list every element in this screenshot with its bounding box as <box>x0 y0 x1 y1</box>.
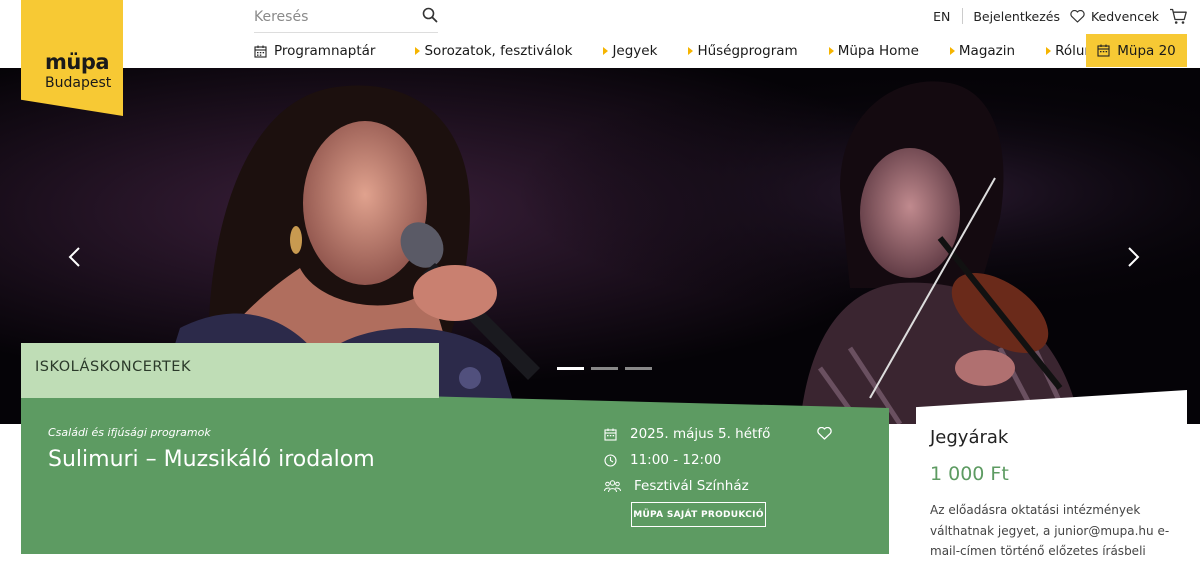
event-date-text: 2025. május 5. hétfő <box>630 426 771 442</box>
series-tag[interactable]: ISKOLÁSKONCERTEK <box>21 343 439 398</box>
carousel-dot[interactable] <box>625 367 652 370</box>
nav-label: Hűségprogram <box>697 43 798 59</box>
favorite-heart-icon[interactable] <box>817 427 832 440</box>
event-date: 2025. május 5. hétfő <box>604 426 770 442</box>
event-venue: Fesztivál Színház <box>604 478 749 494</box>
chevron-right-icon <box>828 47 834 55</box>
nav-item-mupa-home[interactable]: Müpa Home <box>828 34 919 68</box>
cart-icon[interactable] <box>1169 8 1188 25</box>
nav-label: Magazin <box>958 43 1016 59</box>
nav-label: Sorozatok, fesztiválok <box>424 43 573 59</box>
carousel-dot[interactable] <box>557 367 584 370</box>
heart-icon <box>1070 9 1085 23</box>
nav-item-husegprogram[interactable]: Hűségprogram <box>688 34 798 68</box>
login-link[interactable]: Bejelentkezés <box>973 9 1060 24</box>
event-title: Sulimuri – Muzsikáló irodalom <box>48 447 375 472</box>
site-header: EN Bejelentkezés Kedvencek <box>0 0 1200 68</box>
search-bar <box>254 3 438 33</box>
utility-links: EN Bejelentkezés Kedvencek <box>933 7 1188 25</box>
logo-city: Budapest <box>45 75 112 91</box>
main-nav: Programnaptár Sorozatok, fesztiválok Jeg… <box>254 34 1101 68</box>
carousel-next-button[interactable] <box>1122 246 1144 268</box>
event-category: Családi és ifjúsági programok <box>48 426 211 439</box>
carousel-indicators <box>557 367 659 370</box>
nav-item-sorozatok[interactable]: Sorozatok, fesztiválok <box>415 34 572 68</box>
price-value: 1 000 Ft <box>930 463 1009 485</box>
carousel-dot[interactable] <box>591 367 618 370</box>
own-production-badge[interactable]: MÜPA SAJÁT PRODUKCIÓ <box>631 502 766 527</box>
mupa20-label: Müpa 20 <box>1117 42 1176 59</box>
calendar-icon <box>604 428 617 441</box>
nav-label: Müpa Home <box>837 43 919 59</box>
chevron-right-icon <box>949 47 955 55</box>
nav-label: Jegyek <box>612 43 658 59</box>
search-input[interactable] <box>254 3 414 31</box>
page: EN Bejelentkezés Kedvencek <box>0 0 1200 561</box>
event-time-text: 11:00 - 12:00 <box>630 452 722 468</box>
event-venue-text: Fesztivál Színház <box>634 478 749 494</box>
mupa20-button[interactable]: Müpa 20 <box>1086 34 1187 67</box>
nav-item-jegyek[interactable]: Jegyek <box>603 34 657 68</box>
logo-wordmark: müpa <box>45 50 110 74</box>
chevron-right-icon <box>603 47 609 55</box>
favorites-label: Kedvencek <box>1090 8 1159 24</box>
event-time: 11:00 - 12:00 <box>604 452 721 468</box>
clock-icon <box>604 453 617 467</box>
chevron-right-icon <box>415 47 421 55</box>
calendar-icon <box>1097 44 1110 57</box>
nav-label: Programnaptár <box>274 43 376 59</box>
price-note: Az előadásra oktatási intézmények váltha… <box>930 503 1170 558</box>
chevron-right-icon <box>1046 47 1052 55</box>
favorites-link[interactable]: Kedvencek <box>1070 9 1159 24</box>
mupa-logo[interactable]: müpa Budapest <box>21 0 123 116</box>
calendar-icon <box>254 45 267 58</box>
nav-item-magazin[interactable]: Magazin <box>949 34 1016 68</box>
chevron-right-icon <box>688 47 694 55</box>
people-icon <box>604 479 621 492</box>
nav-item-programnaptar[interactable]: Programnaptár <box>254 34 375 68</box>
event-panel <box>21 390 889 554</box>
divider <box>962 8 964 24</box>
series-tag-label: ISKOLÁSKONCERTEK <box>35 359 191 375</box>
carousel-prev-button[interactable] <box>64 246 86 268</box>
search-icon[interactable] <box>422 7 438 23</box>
price-heading: Jegyárak <box>930 427 1009 448</box>
language-switch[interactable]: EN <box>933 9 950 24</box>
